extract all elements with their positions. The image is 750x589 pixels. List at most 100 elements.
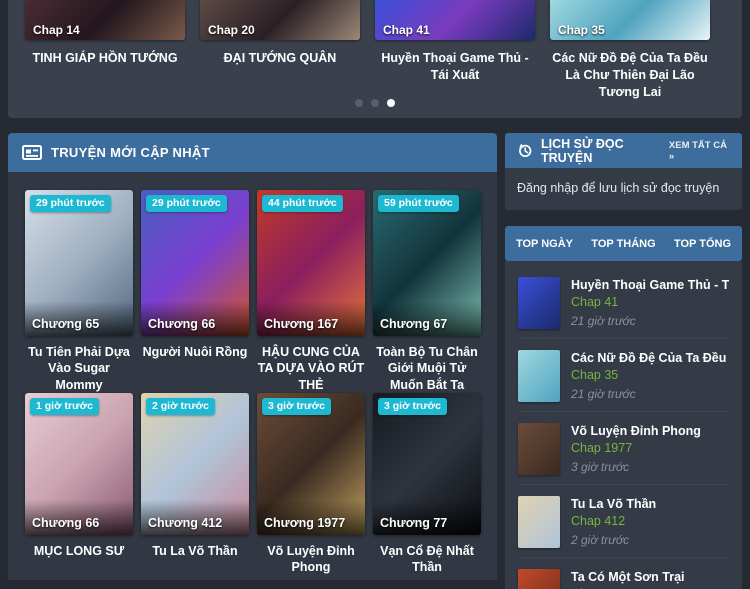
comic-title[interactable]: Võ Luyện Đỉnh Phong bbox=[257, 535, 365, 580]
comic-title[interactable]: HẬU CUNG CỦA TA DỰA VÀO RÚT THẺ bbox=[257, 336, 365, 393]
ranking-title[interactable]: Các Nữ Đồ Đệ Của Ta Đều Là Chư... bbox=[571, 351, 729, 365]
login-prompt: Đăng nhập để lưu lịch sử đọc truyện bbox=[505, 168, 742, 210]
reading-history-title: LỊCH SỬ ĐỌC TRUYỆN bbox=[541, 136, 624, 165]
comic-grid: 29 phút trước Chương 65 Tu Tiên Phải Dựa… bbox=[8, 172, 497, 580]
comic-title[interactable]: Tu Tiên Phải Dựa Vào Sugar Mommy bbox=[25, 336, 133, 393]
ranking-time: 2 giờ trước bbox=[571, 533, 630, 547]
newspaper-icon bbox=[22, 145, 42, 160]
comic-title[interactable]: Vạn Cổ Đệ Nhất Thần bbox=[373, 535, 481, 580]
time-badge: 1 giờ trước bbox=[30, 398, 99, 415]
featured-item[interactable]: Chap 41 Huyền Thoại Game Thủ - Tái Xuất bbox=[375, 0, 535, 84]
latest-updates-title: TRUYỆN MỚI CẬP NHẬT bbox=[51, 145, 210, 160]
tab-top-day[interactable]: TOP NGÀY bbox=[505, 238, 584, 250]
ranking-thumbnail[interactable] bbox=[518, 423, 560, 475]
featured-carousel: Chap 14 TINH GIÁP HỒN TƯỚNG Chap 20 ĐẠI … bbox=[8, 0, 742, 118]
featured-cover-image[interactable]: Chap 20 bbox=[200, 0, 360, 40]
featured-item[interactable]: Chap 14 TINH GIÁP HỒN TƯỚNG bbox=[25, 0, 185, 67]
comic-cover-image[interactable]: 59 phút trước Chương 67 bbox=[373, 190, 481, 336]
latest-updates-panel: TRUYỆN MỚI CẬP NHẬT 29 phút trước Chương… bbox=[8, 133, 497, 580]
featured-chapter-label: Chap 14 bbox=[33, 23, 80, 37]
comic-card[interactable]: 3 giờ trước Chương 77 Vạn Cổ Đệ Nhất Thầ… bbox=[373, 393, 481, 580]
chapter-label: Chương 167 bbox=[257, 301, 365, 336]
sidebar: LỊCH SỬ ĐỌC TRUYỆN XEM TẤT CẢ » Đăng nhậ… bbox=[505, 133, 742, 589]
ranking-time: 21 giờ trước bbox=[571, 314, 636, 328]
chapter-label: Chương 66 bbox=[25, 500, 133, 535]
featured-item[interactable]: Chap 35 Các Nữ Đồ Đệ Của Ta Đều Là Chư T… bbox=[550, 0, 710, 101]
carousel-dot[interactable] bbox=[371, 99, 379, 107]
ranking-chapter[interactable]: Chap 412 bbox=[571, 514, 656, 528]
tab-top-all[interactable]: TOP TỔNG bbox=[663, 238, 742, 250]
tab-top-month[interactable]: TOP THÁNG bbox=[584, 238, 663, 250]
ranking-item[interactable]: Các Nữ Đồ Đệ Của Ta Đều Là Chư... Chap 3… bbox=[518, 345, 729, 412]
featured-cover-image[interactable]: Chap 35 bbox=[550, 0, 710, 40]
featured-title[interactable]: ĐẠI TƯỚNG QUÂN bbox=[200, 50, 360, 67]
featured-cover-image[interactable]: Chap 41 bbox=[375, 0, 535, 40]
chapter-label: Chương 412 bbox=[141, 500, 249, 535]
ranking-item[interactable]: Tu La Võ Thần Chap 412 2 giờ trước bbox=[518, 491, 729, 558]
ranking-item[interactable]: Huyền Thoại Game Thủ - Tái Xuất Chap 41 … bbox=[518, 272, 729, 339]
carousel-dot-active[interactable] bbox=[387, 99, 395, 107]
history-clock-icon bbox=[516, 142, 533, 159]
top-ranking-list: Huyền Thoại Game Thủ - Tái Xuất Chap 41 … bbox=[505, 261, 742, 589]
time-badge: 3 giờ trước bbox=[262, 398, 331, 415]
ranking-time: 21 giờ trước bbox=[571, 387, 636, 401]
ranking-thumbnail[interactable] bbox=[518, 277, 560, 329]
chapter-label: Chương 77 bbox=[373, 500, 481, 535]
ranking-thumbnail[interactable] bbox=[518, 569, 560, 589]
comic-card[interactable]: 59 phút trước Chương 67 Toàn Bộ Tu Chân … bbox=[373, 190, 481, 393]
comic-card[interactable]: 1 giờ trước Chương 66 MỤC LONG SƯ bbox=[25, 393, 133, 580]
ranking-chapter[interactable]: Chap 1977 bbox=[571, 441, 701, 455]
comic-title[interactable]: Tu La Võ Thần bbox=[141, 535, 249, 580]
comic-card[interactable]: 2 giờ trước Chương 412 Tu La Võ Thần bbox=[141, 393, 249, 580]
comic-card[interactable]: 44 phút trước Chương 167 HẬU CUNG CỦA TA… bbox=[257, 190, 365, 393]
comic-title[interactable]: MỤC LONG SƯ bbox=[25, 535, 133, 580]
chapter-label: Chương 65 bbox=[25, 301, 133, 336]
comic-card[interactable]: 29 phút trước Chương 65 Tu Tiên Phải Dựa… bbox=[25, 190, 133, 393]
ranking-time: 3 giờ trước bbox=[571, 460, 630, 474]
comic-title[interactable]: Người Nuôi Rồng bbox=[141, 336, 249, 393]
chapter-label: Chương 67 bbox=[373, 301, 481, 336]
ranking-item[interactable]: Võ Luyện Đỉnh Phong Chap 1977 3 giờ trướ… bbox=[518, 418, 729, 485]
ranking-thumbnail[interactable] bbox=[518, 496, 560, 548]
ranking-title[interactable]: Tu La Võ Thần bbox=[571, 497, 656, 511]
ranking-chapter[interactable]: Chap 41 bbox=[571, 295, 729, 309]
page: Chap 14 TINH GIÁP HỒN TƯỚNG Chap 20 ĐẠI … bbox=[0, 0, 750, 589]
comic-cover-image[interactable]: 1 giờ trước Chương 66 bbox=[25, 393, 133, 535]
chapter-label: Chương 1977 bbox=[257, 500, 365, 535]
reading-history-header: LỊCH SỬ ĐỌC TRUYỆN XEM TẤT CẢ » bbox=[505, 133, 742, 168]
ranking-title[interactable]: Võ Luyện Đỉnh Phong bbox=[571, 424, 701, 438]
comic-title[interactable]: Toàn Bộ Tu Chân Giới Muội Tử Muốn Bắt Ta bbox=[373, 336, 481, 393]
comic-card[interactable]: 29 phút trước Chương 66 Người Nuôi Rồng bbox=[141, 190, 249, 393]
featured-title[interactable]: Huyền Thoại Game Thủ - Tái Xuất bbox=[375, 50, 535, 84]
comic-cover-image[interactable]: 44 phút trước Chương 167 bbox=[257, 190, 365, 336]
comic-cover-image[interactable]: 3 giờ trước Chương 77 bbox=[373, 393, 481, 535]
time-badge: 3 giờ trước bbox=[378, 398, 447, 415]
featured-chapter-label: Chap 20 bbox=[208, 23, 255, 37]
featured-chapter-label: Chap 35 bbox=[558, 23, 605, 37]
view-all-link[interactable]: XEM TẤT CẢ » bbox=[669, 140, 731, 162]
ranking-title[interactable]: Huyền Thoại Game Thủ - Tái Xuất bbox=[571, 278, 729, 292]
ranking-item[interactable]: Ta Có Một Sơn Trại Chap 193 19 giờ trước bbox=[518, 564, 729, 589]
carousel-pagination bbox=[8, 99, 742, 107]
comic-cover-image[interactable]: 2 giờ trước Chương 412 bbox=[141, 393, 249, 535]
carousel-dot[interactable] bbox=[355, 99, 363, 107]
featured-cover-image[interactable]: Chap 14 bbox=[25, 0, 185, 40]
time-badge: 44 phút trước bbox=[262, 195, 343, 212]
latest-updates-header: TRUYỆN MỚI CẬP NHẬT bbox=[8, 133, 497, 172]
ranking-thumbnail[interactable] bbox=[518, 350, 560, 402]
time-badge: 29 phút trước bbox=[30, 195, 111, 212]
featured-title[interactable]: TINH GIÁP HỒN TƯỚNG bbox=[25, 50, 185, 67]
comic-cover-image[interactable]: 29 phút trước Chương 66 bbox=[141, 190, 249, 336]
featured-item[interactable]: Chap 20 ĐẠI TƯỚNG QUÂN bbox=[200, 0, 360, 67]
featured-chapter-label: Chap 41 bbox=[383, 23, 430, 37]
top-ranking-tabs: TOP NGÀY TOP THÁNG TOP TỔNG bbox=[505, 226, 742, 261]
ranking-chapter[interactable]: Chap 35 bbox=[571, 368, 729, 382]
featured-title[interactable]: Các Nữ Đồ Đệ Của Ta Đều Là Chư Thiên Đại… bbox=[550, 50, 710, 101]
comic-cover-image[interactable]: 3 giờ trước Chương 1977 bbox=[257, 393, 365, 535]
time-badge: 59 phút trước bbox=[378, 195, 459, 212]
comic-cover-image[interactable]: 29 phút trước Chương 65 bbox=[25, 190, 133, 336]
chapter-label: Chương 66 bbox=[141, 301, 249, 336]
comic-card[interactable]: 3 giờ trước Chương 1977 Võ Luyện Đỉnh Ph… bbox=[257, 393, 365, 580]
ranking-title[interactable]: Ta Có Một Sơn Trại bbox=[571, 570, 685, 584]
time-badge: 29 phút trước bbox=[146, 195, 227, 212]
